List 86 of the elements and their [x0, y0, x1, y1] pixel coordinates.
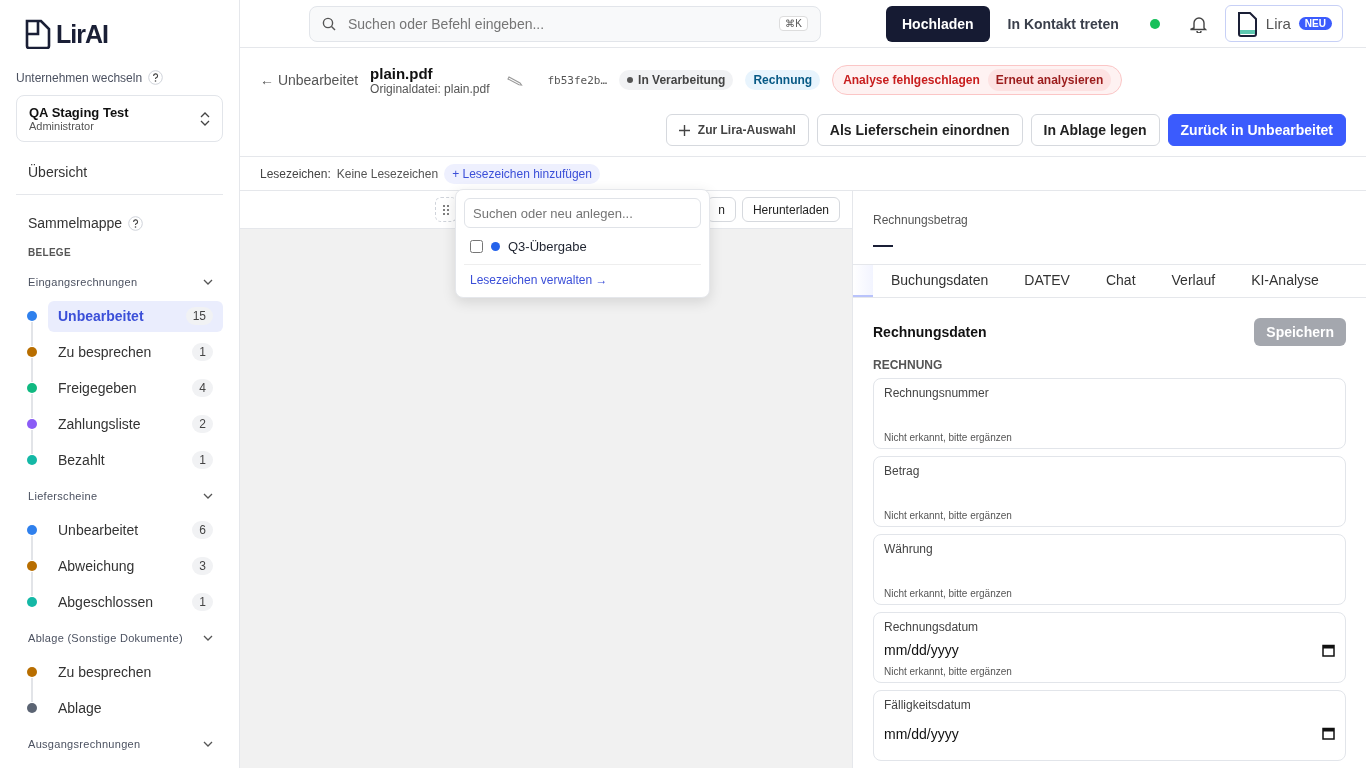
- type-tag: Rechnung: [745, 70, 821, 90]
- form-title: Rechnungsdaten: [873, 324, 987, 340]
- section-heading: RECHNUNG: [873, 358, 944, 372]
- group-heading[interactable]: Ausgangsrechnungen: [28, 738, 141, 750]
- nav-item[interactable]: Freigegeben 4: [48, 372, 223, 404]
- count-badge: 2: [192, 415, 213, 433]
- chevron-updown-icon: [200, 111, 210, 126]
- bookmark-search-field[interactable]: Suchen oder neu anlegen...: [464, 198, 701, 228]
- assistant-button[interactable]: Lira NEU: [1224, 5, 1343, 42]
- help-icon: [128, 215, 144, 231]
- action-button[interactable]: Zur Lira-Auswahl: [665, 114, 809, 146]
- company-role: Administrator: [29, 120, 95, 132]
- company-label: Unternehmen wechseln: [16, 70, 143, 85]
- original-filename: Originaldatei: plain.pdf: [370, 81, 490, 96]
- tab[interactable]: Buchungsdaten: [873, 265, 1007, 297]
- count-badge: 6: [192, 521, 213, 539]
- company-switcher[interactable]: QA Staging Test Administrator: [16, 95, 223, 142]
- form-field: Rechnungsdatum mm/dd/yyyy Nicht erkannt, bitte ergänzen: [873, 612, 1346, 683]
- nav-item[interactable]: Unbearbeitet 15: [48, 300, 223, 332]
- search-bar[interactable]: Suchen oder Befehl eingeben... ⌘K: [309, 5, 821, 42]
- amount-label: Rechnungsbetrag: [873, 213, 969, 227]
- pencil-icon[interactable]: [507, 74, 524, 86]
- amount-value: —: [873, 233, 894, 256]
- nav-link[interactable]: Übersicht: [28, 164, 88, 180]
- calendar-icon: [1322, 727, 1335, 740]
- retry-button[interactable]: Erneut analysieren: [987, 69, 1112, 91]
- search-field[interactable]: Suchen oder Befehl eingeben...: [346, 14, 770, 33]
- manage-link[interactable]: Lesezeichen verwalten →: [464, 264, 701, 289]
- action-button[interactable]: In Ablage legen: [1030, 114, 1160, 146]
- error-message: Analyse fehlgeschlagen: [843, 73, 980, 87]
- tab[interactable]: DATEV: [1006, 265, 1088, 297]
- empty-text: Keine Lesezeichen: [336, 166, 439, 181]
- date-input[interactable]: mm/dd/yyyy: [884, 642, 1322, 658]
- plus-icon: [678, 124, 690, 136]
- nav-item[interactable]: Zu besprechen 1: [48, 336, 223, 368]
- count-badge: 3: [192, 557, 213, 575]
- bookmark-option[interactable]: Q3-Übergabe: [464, 228, 701, 264]
- checkbox[interactable]: [470, 239, 483, 253]
- count-badge: 1: [192, 451, 213, 469]
- nav-item[interactable]: Zu besprechen: [48, 656, 223, 688]
- count-badge: 4: [192, 379, 213, 397]
- tab[interactable]: Verlauf: [1153, 265, 1234, 297]
- back-link[interactable]: ← Unbearbeitet: [260, 72, 359, 88]
- nav-item[interactable]: Abgeschlossen 1: [48, 586, 223, 618]
- bookmark-name: Q3-Übergabe: [508, 238, 587, 254]
- new-badge: NEU: [1298, 17, 1332, 30]
- shortcut-hint: ⌘K: [779, 16, 808, 31]
- document-hash: fb53fe2b…: [547, 73, 608, 87]
- form-field: Währung Nicht erkannt, bitte ergänzen: [873, 534, 1346, 605]
- upload-button[interactable]: Hochladen: [886, 5, 990, 42]
- nav-item[interactable]: Ablage: [48, 692, 223, 724]
- logo-text: LirAI: [56, 19, 108, 49]
- calendar-icon: [1322, 643, 1335, 657]
- bell-icon[interactable]: [1189, 14, 1208, 33]
- nav-link[interactable]: Sammelmappe: [28, 215, 123, 231]
- tab[interactable]: Chat: [1087, 265, 1154, 297]
- grip-icon: [443, 204, 449, 215]
- action-button[interactable]: Als Lieferschein einordnen: [816, 114, 1023, 146]
- count-badge: 15: [185, 307, 213, 325]
- nav-item[interactable]: Zahlungsliste 2: [48, 408, 223, 440]
- contact-link[interactable]: In Kontakt treten: [1007, 15, 1119, 32]
- status-pill: In Verarbeitung: [619, 70, 734, 90]
- section-heading: BELEGE: [28, 247, 72, 258]
- add-bookmark-button[interactable]: + Lesezeichen hinzufügen: [444, 163, 600, 184]
- nav-item[interactable]: Unbearbeitet 6: [48, 514, 223, 546]
- document-icon: [1235, 10, 1258, 37]
- nav-item[interactable]: Bezahlt 1: [48, 444, 223, 476]
- group-heading[interactable]: Eingangsrechnungen: [28, 276, 138, 288]
- date-input[interactable]: mm/dd/yyyy: [884, 725, 1322, 742]
- toolbar-button[interactable]: Herunterladen: [741, 197, 840, 222]
- tab[interactable]: KI-Analyse: [1233, 265, 1337, 297]
- count-badge: 1: [192, 593, 213, 611]
- action-button[interactable]: Zurück in Unbearbeitet: [1167, 114, 1346, 146]
- group-heading[interactable]: Lieferscheine: [28, 490, 98, 502]
- search-icon: [322, 16, 336, 31]
- group-heading[interactable]: Ablage (Sonstige Dokumente): [28, 632, 183, 644]
- nav-item[interactable]: Abweichung 3: [48, 550, 223, 582]
- form-field: Betrag Nicht erkannt, bitte ergänzen: [873, 456, 1346, 527]
- count-badge: 1: [192, 343, 213, 361]
- document-icon: [24, 19, 52, 49]
- company-name: QA Staging Test: [29, 105, 129, 120]
- bookmarks-label: Lesezeichen:: [260, 166, 331, 181]
- help-icon: [148, 70, 164, 85]
- form-field: Rechnungsnummer Nicht erkannt, bitte ergänzen: [873, 378, 1346, 449]
- document-title: plain.pdf: [370, 64, 434, 82]
- form-field: Fälligkeitsdatum mm/dd/yyyy: [873, 690, 1346, 761]
